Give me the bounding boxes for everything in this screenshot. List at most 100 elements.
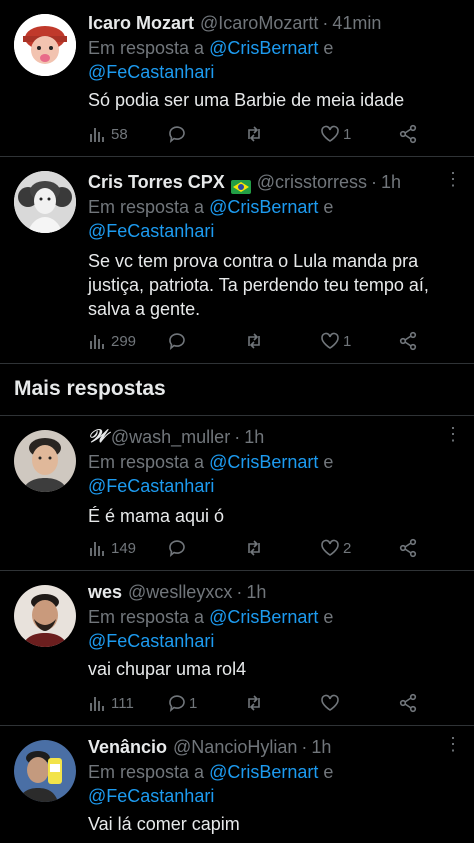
author-name[interactable]: Cris Torres CPX	[88, 169, 225, 195]
separator-dot: ·	[234, 427, 241, 447]
mention-link[interactable]: @FeCastanhari	[88, 221, 214, 241]
tweet[interactable]: wes @weslleyxcx · 1h Em resposta a @Cris…	[0, 571, 474, 725]
tweet[interactable]: Cris Torres CPX @crisstorress · 1h ⋮ Em …	[0, 157, 474, 363]
mention-link[interactable]: @FeCastanhari	[88, 631, 214, 651]
reply-context: Em resposta a @CrisBernart e @FeCastanha…	[88, 605, 460, 653]
like-button[interactable]: 2	[320, 536, 351, 560]
avatar[interactable]	[14, 585, 76, 647]
mention-link[interactable]: @CrisBernart	[209, 38, 318, 58]
tweet[interactable]: 𝒲 @wash_muller · 1h ⋮ Em resposta a @Cri…	[0, 416, 474, 570]
author-handle[interactable]: @NancioHylian	[173, 734, 297, 760]
like-count: 2	[343, 539, 352, 557]
reply-icon	[169, 333, 185, 350]
retweet-button[interactable]	[244, 691, 267, 715]
like-count: 1	[343, 125, 352, 143]
timestamp[interactable]: 1h	[246, 579, 266, 605]
retweet-button[interactable]	[244, 122, 267, 146]
reply-prefix: Em resposta a	[88, 197, 205, 217]
views-icon	[90, 542, 104, 556]
author-name[interactable]: wes	[88, 579, 122, 605]
timestamp[interactable]: 1h	[381, 169, 401, 195]
mention-link[interactable]: @FeCastanhari	[88, 476, 214, 496]
reply-icon	[169, 540, 185, 557]
views-button[interactable]: 299	[88, 329, 136, 353]
views-icon	[90, 335, 104, 349]
more-options-icon[interactable]: ⋮	[444, 424, 462, 450]
mention-link[interactable]: @CrisBernart	[209, 197, 318, 217]
author-handle[interactable]: @IcaroMozartt	[200, 10, 318, 36]
views-button[interactable]: 149	[88, 536, 136, 560]
reply-conjunction: e	[323, 197, 334, 217]
tweet[interactable]: Icaro Mozart @IcaroMozartt · 41min Em re…	[0, 0, 474, 156]
reply-icon	[169, 695, 185, 712]
heart-icon	[321, 539, 339, 556]
retweet-button[interactable]	[244, 329, 267, 353]
share-icon	[399, 693, 417, 713]
heart-icon	[321, 332, 339, 349]
separator-dot: ·	[322, 13, 329, 33]
reply-conjunction: e	[323, 762, 334, 782]
views-icon	[90, 128, 104, 142]
like-button[interactable]	[320, 691, 343, 715]
author-handle[interactable]: @wash_muller	[111, 424, 230, 450]
tweet-text: É é mama aqui ó	[88, 506, 225, 526]
retweet-icon	[248, 126, 260, 142]
avatar[interactable]	[14, 430, 76, 492]
reply-conjunction: e	[323, 607, 334, 627]
share-icon	[399, 124, 417, 144]
reply-prefix: Em resposta a	[88, 607, 205, 627]
share-button[interactable]	[398, 122, 418, 146]
mention-link[interactable]: @FeCastanhari	[88, 62, 214, 82]
retweet-icon	[248, 540, 260, 556]
views-count: 111	[111, 694, 134, 712]
retweet-icon	[248, 695, 260, 711]
author-name[interactable]: 𝒲	[88, 424, 107, 450]
reply-button[interactable]	[166, 536, 189, 560]
action-bar: 149 2	[88, 536, 418, 560]
timestamp[interactable]: 1h	[244, 424, 264, 450]
tweet[interactable]: Venâncio @NancioHylian · 1h ⋮ Em respost…	[0, 726, 474, 843]
avatar[interactable]	[14, 740, 76, 802]
views-count: 58	[111, 125, 128, 143]
reply-count: 1	[189, 694, 198, 712]
like-count: 1	[343, 332, 352, 350]
separator-dot: ·	[236, 582, 243, 602]
author-name[interactable]: Icaro Mozart	[88, 10, 194, 36]
mention-link[interactable]: @CrisBernart	[209, 762, 318, 782]
reply-button[interactable]	[166, 329, 189, 353]
avatar[interactable]	[14, 14, 76, 76]
share-button[interactable]	[398, 691, 418, 715]
views-button[interactable]: 111	[88, 691, 134, 715]
share-button[interactable]	[398, 329, 418, 353]
reply-context: Em resposta a @CrisBernart e @FeCastanha…	[88, 450, 460, 498]
retweet-button[interactable]	[244, 536, 267, 560]
views-count: 149	[111, 539, 137, 557]
author-name[interactable]: Venâncio	[88, 734, 167, 760]
mention-link[interactable]: @FeCastanhari	[88, 786, 214, 806]
reply-button[interactable]	[166, 122, 189, 146]
action-bar: 58 1	[88, 122, 418, 146]
more-options-icon[interactable]: ⋮	[444, 169, 462, 195]
views-button[interactable]: 58	[88, 122, 128, 146]
avatar[interactable]	[14, 171, 76, 233]
like-button[interactable]: 1	[320, 122, 351, 146]
share-button[interactable]	[398, 536, 418, 560]
retweet-icon	[248, 333, 260, 349]
reply-prefix: Em resposta a	[88, 38, 205, 58]
like-button[interactable]: 1	[320, 329, 351, 353]
brazil-flag-icon	[230, 175, 251, 194]
reply-button[interactable]: 1	[166, 691, 197, 715]
separator-dot: ·	[301, 737, 308, 757]
heart-icon	[321, 694, 339, 711]
mention-link[interactable]: @CrisBernart	[209, 452, 318, 472]
author-handle[interactable]: @weslleyxcx	[128, 579, 232, 605]
timestamp[interactable]: 41min	[332, 10, 381, 36]
reply-context: Em resposta a @CrisBernart e @FeCastanha…	[88, 760, 460, 808]
reply-conjunction: e	[323, 38, 334, 58]
mention-link[interactable]: @CrisBernart	[209, 607, 318, 627]
author-handle[interactable]: @crisstorress	[257, 169, 367, 195]
heart-icon	[321, 125, 339, 142]
tweet-text: vai chupar uma rol4	[88, 659, 247, 679]
more-options-icon[interactable]: ⋮	[444, 734, 462, 760]
timestamp[interactable]: 1h	[311, 734, 331, 760]
